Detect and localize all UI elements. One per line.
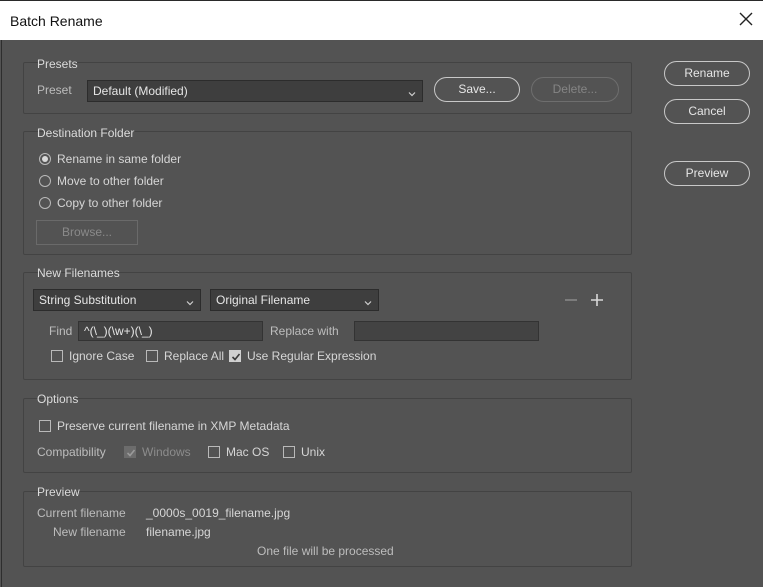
move-other-folder-radio[interactable] bbox=[39, 175, 51, 187]
options-title: Options bbox=[37, 392, 79, 406]
minus-icon[interactable] bbox=[564, 293, 578, 307]
window-title: Batch Rename bbox=[10, 13, 103, 29]
chevron-down-icon bbox=[364, 296, 372, 306]
windows-label: Windows bbox=[142, 445, 191, 459]
delete-preset-button[interactable]: Delete... bbox=[531, 77, 619, 102]
dialog-body: Rename Cancel Preview Presets Preset Def… bbox=[1, 40, 762, 587]
macos-checkbox[interactable] bbox=[208, 446, 220, 458]
rename-button[interactable]: Rename bbox=[664, 61, 750, 86]
preview-button[interactable]: Preview bbox=[664, 161, 750, 186]
close-icon[interactable] bbox=[737, 10, 755, 28]
compatibility-label: Compatibility bbox=[37, 445, 106, 459]
replace-all-label: Replace All bbox=[164, 349, 225, 363]
new-filenames-title: New Filenames bbox=[37, 266, 120, 280]
source-select[interactable]: Original Filename bbox=[210, 289, 379, 311]
ignore-case-checkbox[interactable] bbox=[51, 350, 63, 362]
rename-type-value: String Substitution bbox=[39, 293, 137, 307]
ignore-case-label: Ignore Case bbox=[69, 349, 135, 363]
use-regex-label: Use Regular Expression bbox=[247, 349, 377, 363]
current-filename-label: Current filename bbox=[37, 506, 126, 520]
preserve-xmp-checkbox[interactable] bbox=[39, 420, 51, 432]
preset-select[interactable]: Default (Modified) bbox=[87, 80, 423, 102]
title-bar: Batch Rename bbox=[0, 0, 763, 40]
replace-with-label: Replace with bbox=[270, 324, 339, 338]
rename-type-select[interactable]: String Substitution bbox=[33, 289, 201, 311]
unix-label: Unix bbox=[301, 445, 326, 459]
windows-checkbox[interactable] bbox=[124, 446, 136, 458]
chevron-down-icon bbox=[186, 296, 194, 306]
plus-icon[interactable] bbox=[590, 293, 604, 307]
copy-other-folder-label: Copy to other folder bbox=[57, 196, 163, 210]
use-regex-checkbox[interactable] bbox=[229, 350, 241, 362]
options-group bbox=[23, 398, 632, 473]
presets-title: Presets bbox=[37, 57, 78, 71]
copy-other-folder-radio[interactable] bbox=[39, 197, 51, 209]
find-label: Find bbox=[49, 324, 73, 338]
destination-title: Destination Folder bbox=[37, 126, 135, 140]
rename-same-folder-radio[interactable] bbox=[39, 153, 51, 165]
new-filename-label: New filename bbox=[53, 525, 126, 539]
browse-button[interactable]: Browse... bbox=[36, 220, 138, 245]
macos-label: Mac OS bbox=[226, 445, 270, 459]
preview-title: Preview bbox=[37, 485, 80, 499]
move-other-folder-label: Move to other folder bbox=[57, 174, 164, 188]
preserve-xmp-label: Preserve current filename in XMP Metadat… bbox=[57, 419, 290, 433]
new-filename-value: filename.jpg bbox=[146, 525, 211, 539]
cancel-button[interactable]: Cancel bbox=[664, 99, 750, 124]
chevron-down-icon bbox=[408, 87, 416, 97]
preset-label: Preset bbox=[37, 83, 72, 97]
source-select-value: Original Filename bbox=[216, 293, 311, 307]
files-processed-summary: One file will be processed bbox=[257, 544, 394, 558]
save-preset-button[interactable]: Save... bbox=[434, 77, 520, 102]
current-filename-value: _0000s_0019_filename.jpg bbox=[146, 506, 291, 520]
preset-select-value: Default (Modified) bbox=[93, 84, 188, 98]
unix-checkbox[interactable] bbox=[283, 446, 295, 458]
replace-with-input[interactable] bbox=[354, 321, 539, 341]
rename-same-folder-label: Rename in same folder bbox=[57, 152, 182, 166]
replace-all-checkbox[interactable] bbox=[146, 350, 158, 362]
find-input[interactable]: ^(\_)(\w+)(\_) bbox=[78, 321, 263, 341]
